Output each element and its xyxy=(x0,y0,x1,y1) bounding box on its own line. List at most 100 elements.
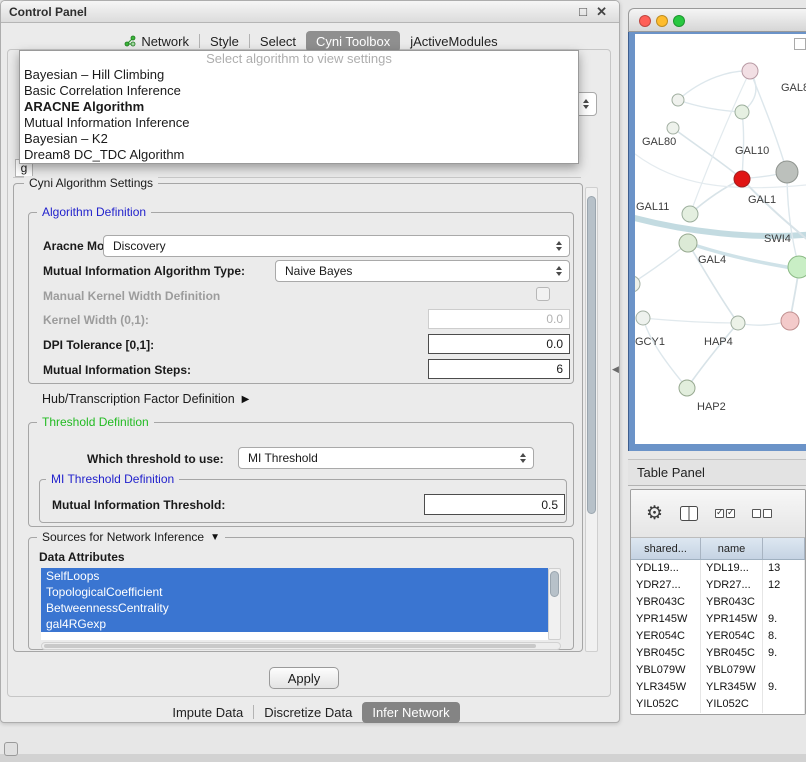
chevron-right-icon: ▶ xyxy=(242,394,250,405)
bottom-tab-bar: Impute Data Discretize Data Infer Networ… xyxy=(1,700,621,724)
table-row[interactable]: YIL052CYIL052C xyxy=(631,696,805,713)
aracne-mode-combobox[interactable]: Discovery xyxy=(103,235,570,257)
column-header[interactable] xyxy=(763,538,805,559)
table-panel-header[interactable]: Table Panel xyxy=(628,459,806,486)
kernel-width-field[interactable]: 0.0 xyxy=(428,309,570,329)
network-node[interactable] xyxy=(781,312,799,330)
list-horizontal-scrollbar[interactable] xyxy=(41,642,561,650)
tab-infer-network[interactable]: Infer Network xyxy=(362,702,459,723)
dock-panel-icon[interactable] xyxy=(4,742,18,756)
tab-impute-data[interactable]: Impute Data xyxy=(162,702,253,723)
apply-button[interactable]: Apply xyxy=(269,667,339,689)
network-window-titlebar[interactable] xyxy=(628,8,806,32)
list-item[interactable]: BetweennessCentrality xyxy=(41,600,548,616)
scrollbar-thumb[interactable] xyxy=(587,196,596,514)
network-node[interactable] xyxy=(682,206,698,222)
minimize-traffic-light[interactable] xyxy=(656,15,668,27)
mi-steps-field[interactable]: 6 xyxy=(428,359,570,379)
network-node[interactable] xyxy=(788,256,806,278)
network-node[interactable] xyxy=(735,105,749,119)
table-row[interactable]: YER054CYER054C8. xyxy=(631,628,805,645)
panel-splitter-handle[interactable]: ◀ xyxy=(612,364,619,375)
network-edge[interactable] xyxy=(690,71,750,214)
network-edge[interactable] xyxy=(643,318,738,323)
network-node[interactable] xyxy=(667,122,679,134)
algorithm-option[interactable]: Basic Correlation Inference xyxy=(20,83,578,99)
network-canvas[interactable]: GAL8GAL80GAL10GAL11GAL1SWI4GAL4GCY1HAP4H… xyxy=(635,34,806,444)
select-all-columns-icon[interactable] xyxy=(715,509,735,518)
tab-discretize-data[interactable]: Discretize Data xyxy=(254,702,362,723)
list-item[interactable]: gal4RGexp xyxy=(41,616,548,632)
data-attributes-list[interactable]: SelfLoops TopologicalCoefficient Between… xyxy=(41,568,548,640)
mi-type-combobox[interactable]: Naive Bayes xyxy=(275,260,570,282)
mi-threshold-field[interactable]: 0.5 xyxy=(424,494,565,515)
network-node[interactable] xyxy=(636,311,650,325)
column-header[interactable]: shared... xyxy=(631,538,701,559)
stepper-icon xyxy=(556,241,562,251)
algorithm-placeholder: Select algorithm to view settings xyxy=(20,51,578,67)
network-node[interactable] xyxy=(734,171,750,187)
network-node[interactable] xyxy=(742,63,758,79)
network-view-window: GAL8GAL80GAL10GAL11GAL1SWI4GAL4GCY1HAP4H… xyxy=(628,8,806,451)
table-row[interactable]: YDR27...YDR27...12 xyxy=(631,577,805,594)
network-edge[interactable] xyxy=(687,323,738,388)
canvas-corner-box xyxy=(794,38,806,50)
tab-cyni-toolbox[interactable]: Cyni Toolbox xyxy=(306,31,400,52)
network-node[interactable] xyxy=(679,380,695,396)
algorithm-option[interactable]: Dream8 DC_TDC Algorithm xyxy=(20,147,578,163)
table-row[interactable]: YLR345WYLR345W9. xyxy=(631,679,805,696)
float-window-icon[interactable]: □ xyxy=(579,4,587,19)
table-row[interactable]: YDL19...YDL19...13 xyxy=(631,560,805,577)
algorithm-option[interactable]: Mutual Information Inference xyxy=(20,115,578,131)
table-row[interactable]: YBR043CYBR043C xyxy=(631,594,805,611)
table-row[interactable]: YBL079WYBL079W xyxy=(631,662,805,679)
tab-select[interactable]: Select xyxy=(250,31,306,52)
close-traffic-light[interactable] xyxy=(639,15,651,27)
settings-vertical-scrollbar[interactable] xyxy=(585,187,598,652)
table-panel-window: ⚙ shared... name YDL19...YDL19...13YDR27… xyxy=(630,489,806,715)
network-svg[interactable]: GAL8GAL80GAL10GAL11GAL1SWI4GAL4GCY1HAP4H… xyxy=(635,34,806,444)
manual-kernel-checkbox[interactable] xyxy=(536,287,550,301)
scrollbar-thumb[interactable] xyxy=(550,571,559,597)
scrollbar-thumb[interactable] xyxy=(44,644,536,648)
tab-network[interactable]: Network xyxy=(114,31,199,52)
gear-icon[interactable]: ⚙ xyxy=(646,504,663,523)
table-row[interactable]: YPR145WYPR145W9. xyxy=(631,611,805,628)
network-node[interactable] xyxy=(672,94,684,106)
close-window-icon[interactable]: ✕ xyxy=(596,4,607,20)
list-vertical-scrollbar[interactable] xyxy=(548,568,561,640)
list-item[interactable]: TopologicalCoefficient xyxy=(41,584,548,600)
dpi-tolerance-field[interactable]: 0.0 xyxy=(428,334,570,354)
network-edge[interactable] xyxy=(673,128,742,179)
which-threshold-combobox[interactable]: MI Threshold xyxy=(238,447,534,469)
mi-threshold-label: Mutual Information Threshold: xyxy=(52,498,225,512)
column-header[interactable]: name xyxy=(701,538,763,559)
network-node[interactable] xyxy=(731,316,745,330)
network-edge[interactable] xyxy=(643,318,687,388)
algorithm-option[interactable]: Bayesian – K2 xyxy=(20,131,578,147)
table-row[interactable]: YBR045CYBR045C9. xyxy=(631,645,805,662)
list-item[interactable]: SelfLoops xyxy=(41,568,548,584)
manual-kernel-label: Manual Kernel Width Definition xyxy=(43,289,220,303)
window-title: Control Panel xyxy=(9,5,87,19)
unselect-all-columns-icon[interactable] xyxy=(752,509,772,518)
algorithm-option[interactable]: Bayesian – Hill Climbing xyxy=(20,67,578,83)
control-panel-titlebar[interactable]: Control Panel □ ✕ xyxy=(1,1,619,23)
node-label: GAL1 xyxy=(748,194,776,206)
network-edge[interactable] xyxy=(690,179,742,214)
columns-icon[interactable] xyxy=(680,506,698,521)
tab-jactivemodules[interactable]: jActiveModules xyxy=(400,31,507,52)
which-threshold-value: MI Threshold xyxy=(248,451,318,465)
data-attributes-label: Data Attributes xyxy=(39,550,125,564)
tab-style[interactable]: Style xyxy=(200,31,249,52)
hub-factor-section-header[interactable]: Hub/Transcription Factor Definition ▶ xyxy=(42,392,249,406)
network-edge[interactable] xyxy=(635,243,688,284)
network-node[interactable] xyxy=(679,234,697,252)
threshold-definition-title: Threshold Definition xyxy=(37,415,154,429)
network-node[interactable] xyxy=(776,161,798,183)
table-toolbar: ⚙ xyxy=(631,490,805,538)
which-threshold-label: Which threshold to use: xyxy=(87,452,224,466)
zoom-traffic-light[interactable] xyxy=(673,15,685,27)
sources-group-title[interactable]: Sources for Network Inference ▼ xyxy=(37,530,225,544)
algorithm-option-highlighted[interactable]: ARACNE Algorithm xyxy=(20,99,578,115)
